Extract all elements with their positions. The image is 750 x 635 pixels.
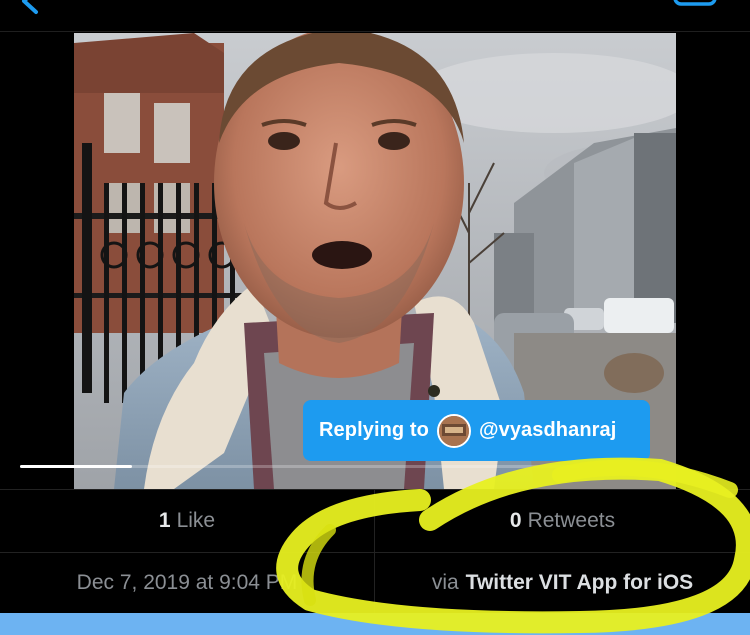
retweets-count: 0	[509, 509, 522, 532]
retweets-label: Retweets	[527, 509, 616, 532]
video-progress-bar[interactable]	[20, 465, 580, 468]
likes-stat[interactable]: 1 Like	[0, 490, 374, 552]
source-info[interactable]: via Twitter VIT App for iOS	[375, 553, 750, 613]
back-chevron-icon[interactable]	[14, 0, 44, 16]
tweet-detail-screen: Replying to @vyasdhanraj 1 Like 0 Retwee…	[0, 0, 750, 635]
replying-to-badge[interactable]: Replying to @vyasdhanraj	[303, 400, 650, 461]
bottom-bar	[0, 613, 750, 635]
compose-icon[interactable]	[672, 0, 718, 10]
source-app-name[interactable]: Twitter VIT App for iOS	[466, 571, 694, 595]
video-progress-fill	[20, 465, 132, 468]
timestamp: Dec 7, 2019 at 9:04 PM	[76, 571, 298, 594]
metadata-row: Dec 7, 2019 at 9:04 PM via Twitter VIT A…	[0, 552, 750, 613]
replying-to-label: Replying to	[319, 419, 429, 441]
likes-label: Like	[176, 509, 216, 532]
retweets-stat[interactable]: 0 Retweets	[375, 490, 750, 552]
top-navigation-bar	[0, 0, 750, 32]
engagement-row: 1 Like 0 Retweets	[0, 489, 750, 552]
via-label: via	[431, 571, 459, 594]
reply-handle[interactable]: @vyasdhanraj	[479, 419, 616, 442]
likes-count: 1	[158, 509, 171, 532]
reply-avatar	[437, 413, 471, 448]
video-player[interactable]: Replying to @vyasdhanraj	[74, 33, 676, 489]
